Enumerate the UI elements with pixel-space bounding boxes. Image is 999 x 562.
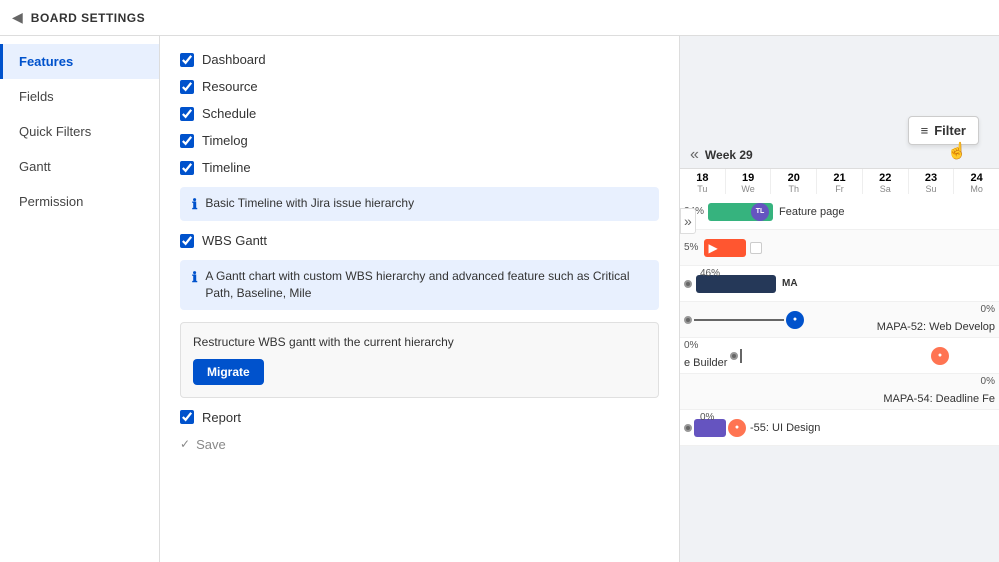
migrate-box: Restructure WBS gantt with the current h…	[180, 322, 659, 398]
day-21: 21 Fr	[817, 169, 863, 197]
checkbox-report[interactable]	[180, 410, 194, 424]
feature-row-dashboard: Dashboard	[180, 52, 659, 67]
connector-dot-r5	[730, 352, 738, 360]
label-mapa54: MAPA-54: Deadline Fe	[883, 393, 995, 405]
page-title: BOARD SETTINGS	[31, 11, 145, 25]
wbs-info-icon: ℹ	[192, 269, 197, 286]
percent-r5: 0%	[684, 340, 698, 351]
gantt-row-uidesign: 0% ● -55: UI Design	[680, 410, 999, 446]
connector-dot-r7	[684, 424, 692, 432]
save-row[interactable]: ✓ Save	[180, 437, 659, 452]
feature-row-resource: Resource	[180, 79, 659, 94]
migrate-button[interactable]: Migrate	[193, 359, 264, 385]
arrow-right-icon: ▶	[708, 241, 717, 255]
gantt-row-dark: 46% MA	[680, 266, 999, 302]
gantt-row-red: 5% ▶	[680, 230, 999, 266]
label-feature-page: Feature page	[779, 206, 844, 218]
week-nav: « Week 29	[690, 146, 753, 164]
day-18: 18 Tu	[680, 169, 726, 197]
checkbox-timelog[interactable]	[180, 134, 194, 148]
label-mapa52: MAPA-52: Web Develop	[877, 321, 995, 333]
gantt-row-feature-page: 34% TL Feature page	[680, 194, 999, 230]
collapse-panel-icon[interactable]: »	[680, 208, 696, 234]
chevron-left-icon[interactable]: «	[690, 146, 699, 164]
feature-row-schedule: Schedule	[180, 106, 659, 121]
label-report: Report	[202, 410, 241, 425]
gantt-rows: 34% TL Feature page 5% ▶ 46%	[680, 194, 999, 562]
label-schedule: Schedule	[202, 106, 256, 121]
sidebar-item-permission[interactable]: Permission	[0, 184, 159, 219]
bar-feature-page: TL	[708, 203, 773, 221]
label-resource: Resource	[202, 79, 258, 94]
day-22: 22 Sa	[863, 169, 909, 197]
day-23: 23 Su	[909, 169, 955, 197]
checkbox-schedule[interactable]	[180, 107, 194, 121]
filter-icon: ≡	[921, 123, 929, 138]
gantt-row-builder: 0% e Builder ●	[680, 338, 999, 374]
header: ◀ BOARD SETTINGS	[0, 0, 999, 36]
avatar-builder: ●	[931, 347, 949, 365]
percent-r2: 5%	[684, 242, 698, 253]
checkbox-resource[interactable]	[180, 80, 194, 94]
migrate-text: Restructure WBS gantt with the current h…	[193, 335, 646, 349]
wbs-info-text: A Gantt chart with custom WBS hierarchy …	[205, 268, 647, 302]
save-check-icon: ✓	[180, 437, 190, 451]
back-icon[interactable]: ◀	[12, 9, 23, 26]
sidebar-item-gantt[interactable]: Gantt	[0, 149, 159, 184]
ma-label: MA	[782, 278, 798, 289]
label-uidesign: -55: UI Design	[750, 422, 820, 434]
wbs-info-box: ℹ A Gantt chart with custom WBS hierarch…	[180, 260, 659, 310]
feature-row-timeline: Timeline	[180, 160, 659, 175]
save-label: Save	[196, 437, 226, 452]
connector-dot-r3	[684, 280, 692, 288]
feature-row-wbs-gantt: WBS Gantt	[180, 233, 659, 248]
gantt-row-mapa52: 0% MAPA-52: Web Develop ●	[680, 302, 999, 338]
filter-button[interactable]: ≡ Filter	[908, 116, 979, 145]
label-timelog: Timelog	[202, 133, 248, 148]
sidebar-item-fields[interactable]: Fields	[0, 79, 159, 114]
sidebar: Features Fields Quick Filters Gantt Perm…	[0, 36, 160, 562]
info-icon: ℹ	[192, 196, 197, 213]
feature-row-timelog: Timelog	[180, 133, 659, 148]
percent-r4: 0%	[981, 304, 995, 315]
gantt-panel: » ≡ Filter ☝ « Week 29 18 Tu 19	[680, 36, 999, 562]
label-timeline: Timeline	[202, 160, 251, 175]
filter-label: Filter	[934, 123, 966, 138]
week-label: Week 29	[705, 148, 753, 162]
bar-end-marker	[750, 242, 762, 254]
connector-line-v-r5	[740, 349, 742, 363]
day-24: 24 Mo	[954, 169, 999, 197]
percent-r7: 0%	[700, 412, 714, 423]
label-builder: e Builder	[684, 357, 727, 369]
label-wbs-gantt: WBS Gantt	[202, 233, 267, 248]
percent-above-r3: 46%	[700, 268, 720, 279]
avatar-mapa52: ●	[786, 311, 804, 329]
sidebar-item-features[interactable]: Features	[0, 44, 159, 79]
connector-line-r4	[694, 319, 784, 321]
day-19: 19 We	[726, 169, 772, 197]
bar-red: ▶	[704, 239, 746, 257]
feature-row-report: Report	[180, 410, 659, 425]
checkbox-timeline[interactable]	[180, 161, 194, 175]
checkbox-dashboard[interactable]	[180, 53, 194, 67]
avatar-uidesign: ●	[728, 419, 746, 437]
avatar-feature-page: TL	[751, 203, 769, 221]
connector-dot-r4	[684, 316, 692, 324]
timeline-info-box: ℹ Basic Timeline with Jira issue hierarc…	[180, 187, 659, 221]
label-dashboard: Dashboard	[202, 52, 266, 67]
cursor-indicator: ☝	[947, 141, 967, 161]
gantt-row-mapa54: 0% MAPA-54: Deadline Fe	[680, 374, 999, 410]
percent-r6: 0%	[981, 376, 995, 387]
checkbox-wbs-gantt[interactable]	[180, 234, 194, 248]
timeline-info-text: Basic Timeline with Jira issue hierarchy	[205, 195, 414, 212]
day-20: 20 Th	[771, 169, 817, 197]
sidebar-item-quick-filters[interactable]: Quick Filters	[0, 114, 159, 149]
settings-panel: Dashboard Resource Schedule Timelog Time…	[160, 36, 680, 562]
